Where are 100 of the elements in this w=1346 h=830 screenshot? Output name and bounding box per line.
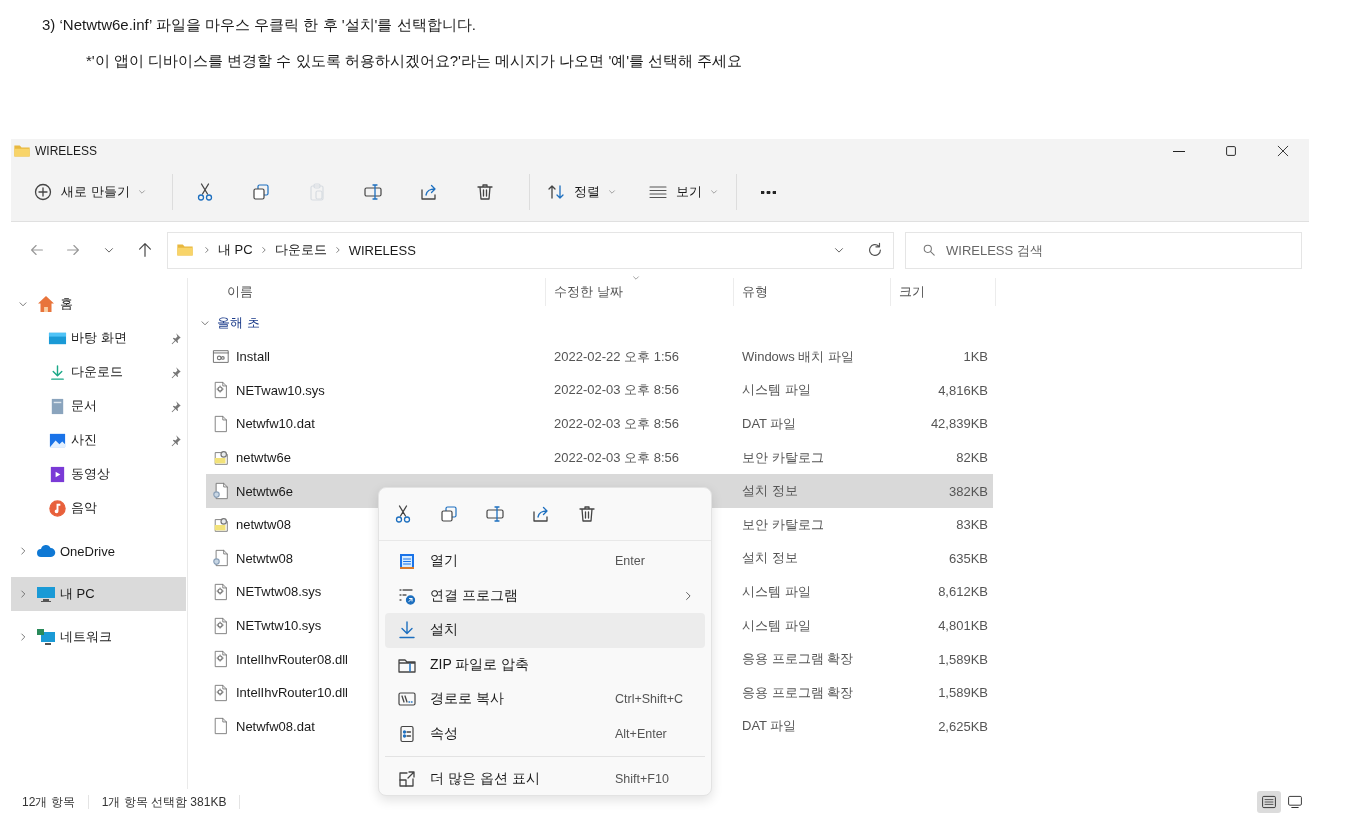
rename-icon <box>485 504 505 524</box>
copy-icon <box>250 182 271 202</box>
file-size: 8,612KB <box>938 584 988 600</box>
menu-item[interactable]: 경로로 복사 Ctrl+Shift+C <box>385 682 705 717</box>
search-field[interactable]: WIRELESS 검색 <box>905 231 1302 269</box>
file-size: 82KB <box>956 450 988 466</box>
file-size: 4,801KB <box>938 618 988 634</box>
sidebar-item[interactable]: 문서 <box>11 389 186 423</box>
shortcut-text: Alt+Enter <box>615 726 667 741</box>
file-blank-icon <box>212 415 230 433</box>
sidebar-item[interactable]: 동영상 <box>11 457 186 491</box>
sidebar-item[interactable]: 음악 <box>11 491 186 525</box>
column-header[interactable]: 크기 <box>891 278 996 306</box>
menu-item[interactable]: ZIP 파일로 압축 <box>385 647 705 682</box>
breadcrumb-item[interactable]: 내 PC <box>216 241 255 259</box>
sidebar-item[interactable]: 네트워크 <box>11 620 186 654</box>
rename-button[interactable] <box>485 504 505 524</box>
properties-icon <box>397 723 417 744</box>
file-type: 응용 프로그램 확장 <box>742 650 854 669</box>
menu-item[interactable]: 더 많은 옵션 표시 Shift+F10 <box>385 762 705 797</box>
cut-button[interactable] <box>393 504 413 524</box>
pc-icon <box>35 584 57 604</box>
menu-item[interactable]: 설치 <box>385 613 705 648</box>
file-system-icon <box>212 616 230 635</box>
file-name: Netwfw10.dat <box>236 416 315 432</box>
new-button[interactable]: 새로 만들기 <box>27 174 154 210</box>
file-size: 1,589KB <box>938 685 988 701</box>
file-name: NETwaw10.sys <box>236 382 325 398</box>
file-type: 보안 카탈로그 <box>742 515 824 534</box>
arrow-up-icon <box>136 241 154 259</box>
menu-item[interactable]: 열기 Enter <box>385 544 705 579</box>
trash-icon <box>577 504 597 524</box>
column-header[interactable]: 수정한 날짜 <box>546 278 734 306</box>
sidebar-item[interactable]: OneDrive <box>11 534 186 568</box>
sort-button[interactable]: 정렬 <box>539 174 624 210</box>
view-button[interactable]: 보기 <box>641 174 726 210</box>
modified-date: 2022-02-03 오후 8:56 <box>554 448 680 467</box>
sidebar-item[interactable]: 다운로드 <box>11 355 186 389</box>
close-icon <box>1275 143 1291 159</box>
share-button[interactable] <box>531 504 551 524</box>
file-name: NETwtw08.sys <box>236 584 322 600</box>
open-icon <box>397 551 417 572</box>
file-catalog-icon <box>212 448 230 467</box>
selection-info: 1개 항목 선택함 381KB <box>101 793 227 811</box>
file-name: Install <box>236 349 270 365</box>
column-header[interactable]: 유형 <box>734 278 891 306</box>
details-view-button[interactable] <box>1257 791 1281 813</box>
sidebar-item[interactable]: 내 PC <box>11 577 186 611</box>
download-icon <box>48 362 67 382</box>
sidebar-item[interactable]: 사진 <box>11 423 186 457</box>
file-name: IntelIhvRouter10.dll <box>236 685 348 701</box>
shortcut-text: Shift+F10 <box>615 772 669 787</box>
file-size: 635KB <box>948 550 988 566</box>
file-type: 보안 카탈로그 <box>742 448 824 467</box>
file-type: Windows 배치 파일 <box>742 347 854 366</box>
file-size: 1,589KB <box>938 651 988 667</box>
sidebar-item[interactable]: 홈 <box>11 287 186 321</box>
file-type: 시스템 파일 <box>742 381 811 400</box>
shortcut-text: Enter <box>615 554 645 569</box>
more-options-icon <box>397 769 417 790</box>
file-name: netwtw6e <box>236 450 291 466</box>
music-icon <box>48 498 67 518</box>
scissors-icon <box>393 504 413 524</box>
refresh-icon <box>866 241 884 259</box>
file-system-icon <box>212 650 230 669</box>
file-type: DAT 파일 <box>742 415 797 433</box>
address-bar[interactable]: 내 PC 다운로드 WIRELESS <box>167 231 894 269</box>
file-size: 1KB <box>963 349 988 365</box>
file-catalog-icon <box>212 515 230 534</box>
network-icon <box>35 627 57 647</box>
file-name: Netwtw6e <box>236 483 294 499</box>
rename-icon <box>362 182 383 202</box>
menu-item[interactable]: 연결 프로그램 <box>385 578 705 613</box>
sidebar-item[interactable]: 바탕 화면 <box>11 321 186 355</box>
file-name: NETwtw10.sys <box>236 618 322 634</box>
file-type: 시스템 파일 <box>742 582 811 601</box>
modified-date: 2022-02-03 오후 8:56 <box>554 415 680 433</box>
copy-button[interactable] <box>439 504 459 524</box>
file-size: 4,816KB <box>938 382 988 398</box>
copy-icon <box>439 504 459 524</box>
column-header[interactable]: 이름 <box>206 278 546 306</box>
breadcrumb-item[interactable]: WIRELESS <box>346 242 418 258</box>
share-icon <box>531 504 551 524</box>
install-icon <box>397 620 417 641</box>
group-header[interactable]: 올해 초 <box>199 306 329 340</box>
videos-icon <box>48 464 67 484</box>
file-type: 설치 정보 <box>742 482 798 501</box>
file-setup-icon <box>212 549 230 568</box>
file-name: IntelIhvRouter08.dll <box>236 651 348 667</box>
instruction-note: *'이 앱이 디바이스를 변경할 수 있도록 허용하시겠어요?'라는 메시지가 나오면 '예'를 선택해 주세요 <box>86 51 744 71</box>
instruction-step: 3) ‘Netwtw6e.inf’ 파일을 마우스 우클릭 한 후 '설치'를 선택합니다. <box>42 14 1346 36</box>
file-blank-icon <box>212 717 230 736</box>
plus-circle-icon <box>33 182 53 202</box>
breadcrumb-item[interactable]: 다운로드 <box>272 241 329 259</box>
delete-button[interactable] <box>577 504 597 524</box>
share-icon <box>418 182 439 202</box>
item-count: 12개 항목 <box>22 793 75 811</box>
menu-item[interactable]: 속성 Alt+Enter <box>385 716 705 751</box>
file-batch-icon <box>212 347 230 366</box>
file-size: 83KB <box>956 517 988 533</box>
